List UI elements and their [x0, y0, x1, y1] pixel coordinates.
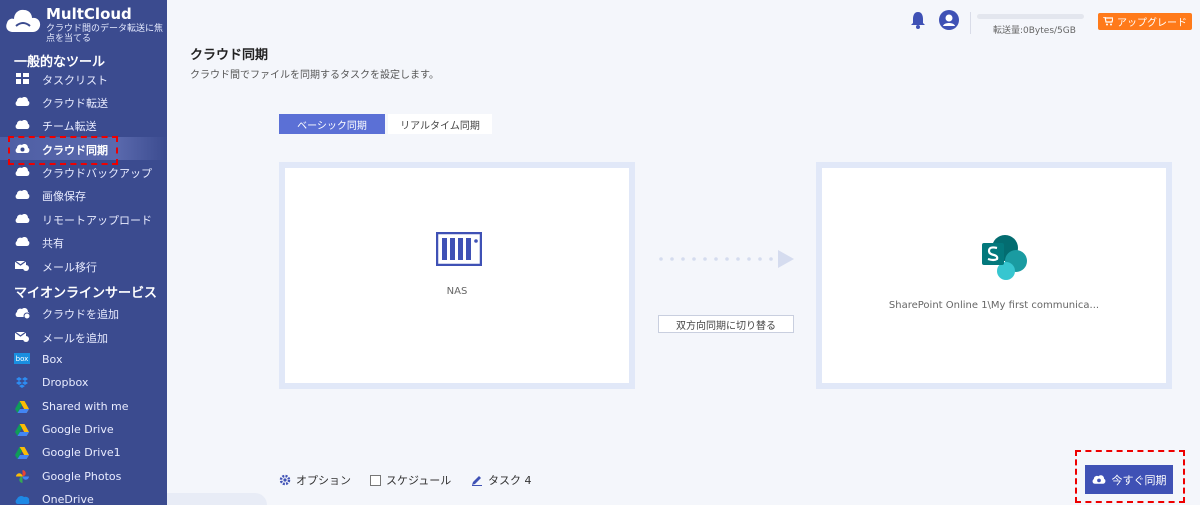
google-drive-icon	[14, 423, 30, 436]
sidebar-item-shared-with-me[interactable]: Shared with me	[0, 395, 167, 418]
sidebar-item-label: チーム転送	[42, 120, 97, 133]
options-link[interactable]: オプション	[279, 472, 351, 488]
page-title: クラウド同期	[190, 48, 269, 63]
sidebar-item-share[interactable]: 共有	[0, 230, 167, 253]
sidebar-item-remote-upload[interactable]: リモートアップロード	[0, 207, 167, 230]
cloud-transfer-icon	[14, 95, 30, 108]
section-online-title: マイオンラインサービス	[14, 286, 158, 301]
sidebar-item-label: 共有	[42, 237, 64, 250]
box-icon: box	[14, 353, 30, 364]
sidebar-item-image-save[interactable]: 画像保存	[0, 183, 167, 206]
sidebar-item-label: Google Photos	[42, 470, 122, 483]
google-drive-icon	[14, 446, 30, 459]
sidebar-item-add-cloud[interactable]: クラウドを追加	[0, 301, 167, 324]
pencil-icon	[472, 476, 482, 486]
sidebar-item-label: タスクリスト	[42, 74, 108, 87]
share-icon	[14, 235, 30, 248]
image-save-icon	[14, 188, 30, 201]
sidebar-item-google-drive[interactable]: Google Drive	[0, 418, 167, 441]
sync-direction-arrow-icon	[659, 250, 794, 268]
sidebar-item-dropbox[interactable]: Dropbox	[0, 371, 167, 394]
sidebar-item-label: Dropbox	[42, 376, 89, 389]
sidebar-item-box[interactable]: box Box	[0, 348, 167, 371]
quota-text: 転送量:0Bytes/5GB	[993, 26, 1076, 36]
sidebar-item-google-drive1[interactable]: Google Drive1	[0, 441, 167, 464]
tab-realtime-sync[interactable]: リアルタイム同期	[388, 114, 492, 134]
target-panel-inner[interactable]: SharePoint Online 1\My first communica..…	[822, 168, 1166, 383]
sidebar-item-label: Box	[42, 353, 63, 366]
sidebar-item-add-email[interactable]: メールを追加	[0, 325, 167, 348]
cart-icon	[1103, 17, 1113, 26]
add-email-icon	[14, 330, 30, 343]
user-avatar[interactable]	[939, 10, 959, 30]
upgrade-label: アップグレード	[1117, 18, 1187, 29]
target-panel[interactable]: SharePoint Online 1\My first communica..…	[816, 162, 1172, 389]
user-icon	[943, 14, 955, 26]
brand[interactable]: MultCloud クラウド間のデータ転送に焦点を当てる	[0, 0, 167, 48]
sidebar-item-label: クラウドバックアップ	[42, 167, 152, 180]
email-migration-icon	[14, 259, 30, 272]
sidebar-item-label: Shared with me	[42, 400, 129, 413]
source-label: NAS	[446, 286, 468, 297]
brand-tagline: クラウド間のデータ転送に焦点を当てる	[46, 24, 164, 44]
sidebar-item-label: メール移行	[42, 261, 97, 274]
bell-icon[interactable]	[910, 11, 926, 29]
sidebar-item-label: クラウド転送	[42, 97, 108, 110]
onedrive-icon	[14, 493, 30, 505]
sidebar-item-email-migration[interactable]: メール移行	[0, 254, 167, 277]
options-label: オプション	[296, 474, 351, 487]
quota-progress-bar	[977, 14, 1084, 19]
sidebar-item-label: メールを追加	[42, 332, 108, 345]
task-name-label: タスク 4	[488, 474, 532, 487]
source-panel[interactable]: NAS	[279, 162, 635, 389]
google-photos-icon	[14, 470, 30, 483]
sidebar-item-label: Google Drive1	[42, 446, 121, 459]
sidebar-item-label: クラウドを追加	[42, 308, 119, 321]
decorative-wave	[167, 493, 267, 505]
schedule-checkbox[interactable]	[370, 474, 381, 486]
cloud-backup-icon	[14, 165, 30, 178]
sharepoint-icon	[982, 235, 1027, 280]
google-drive-icon	[14, 400, 30, 413]
sidebar-item-cloud-transfer[interactable]: クラウド転送	[0, 90, 167, 113]
remote-upload-icon	[14, 212, 30, 225]
tab-basic-sync[interactable]: ベーシック同期	[279, 114, 385, 134]
upgrade-button[interactable]: アップグレード	[1098, 13, 1192, 30]
sidebar-item-label: OneDrive	[42, 493, 94, 505]
divider	[970, 12, 971, 34]
page-subtitle: クラウド間でファイルを同期するタスクを設定します。	[190, 70, 439, 81]
schedule-label: スケジュール	[386, 474, 452, 487]
multcloud-logo-icon	[6, 9, 41, 33]
sidebar-item-task-list[interactable]: タスクリスト	[0, 67, 167, 90]
dropbox-icon	[14, 376, 30, 389]
sidebar-item-label: 画像保存	[42, 190, 86, 203]
schedule-option[interactable]: スケジュール	[370, 472, 451, 488]
sidebar-item-label: リモートアップロード	[42, 214, 152, 227]
brand-name: MultCloud	[46, 5, 132, 23]
sidebar-item-onedrive[interactable]: OneDrive	[0, 488, 167, 505]
sidebar-item-label: Google Drive	[42, 423, 114, 436]
switch-two-way-sync-button[interactable]: 双方向同期に切り替る	[658, 315, 794, 333]
task-name-link[interactable]: タスク 4	[471, 472, 532, 488]
sidebar-item-team-transfer[interactable]: チーム転送	[0, 113, 167, 136]
add-cloud-icon	[14, 306, 30, 319]
nas-icon	[436, 232, 482, 266]
sidebar-item-google-photos[interactable]: Google Photos	[0, 465, 167, 488]
highlight-box-sync-now	[1075, 450, 1185, 503]
sidebar: MultCloud クラウド間のデータ転送に焦点を当てる 一般的なツール タスク…	[0, 0, 167, 505]
highlight-box-cloud-sync	[8, 136, 118, 165]
source-panel-inner[interactable]: NAS	[285, 168, 629, 383]
team-transfer-icon	[14, 118, 30, 131]
gear-icon	[279, 474, 291, 486]
grid-icon	[14, 72, 30, 85]
target-label: SharePoint Online 1\My first communica..…	[888, 300, 1100, 311]
